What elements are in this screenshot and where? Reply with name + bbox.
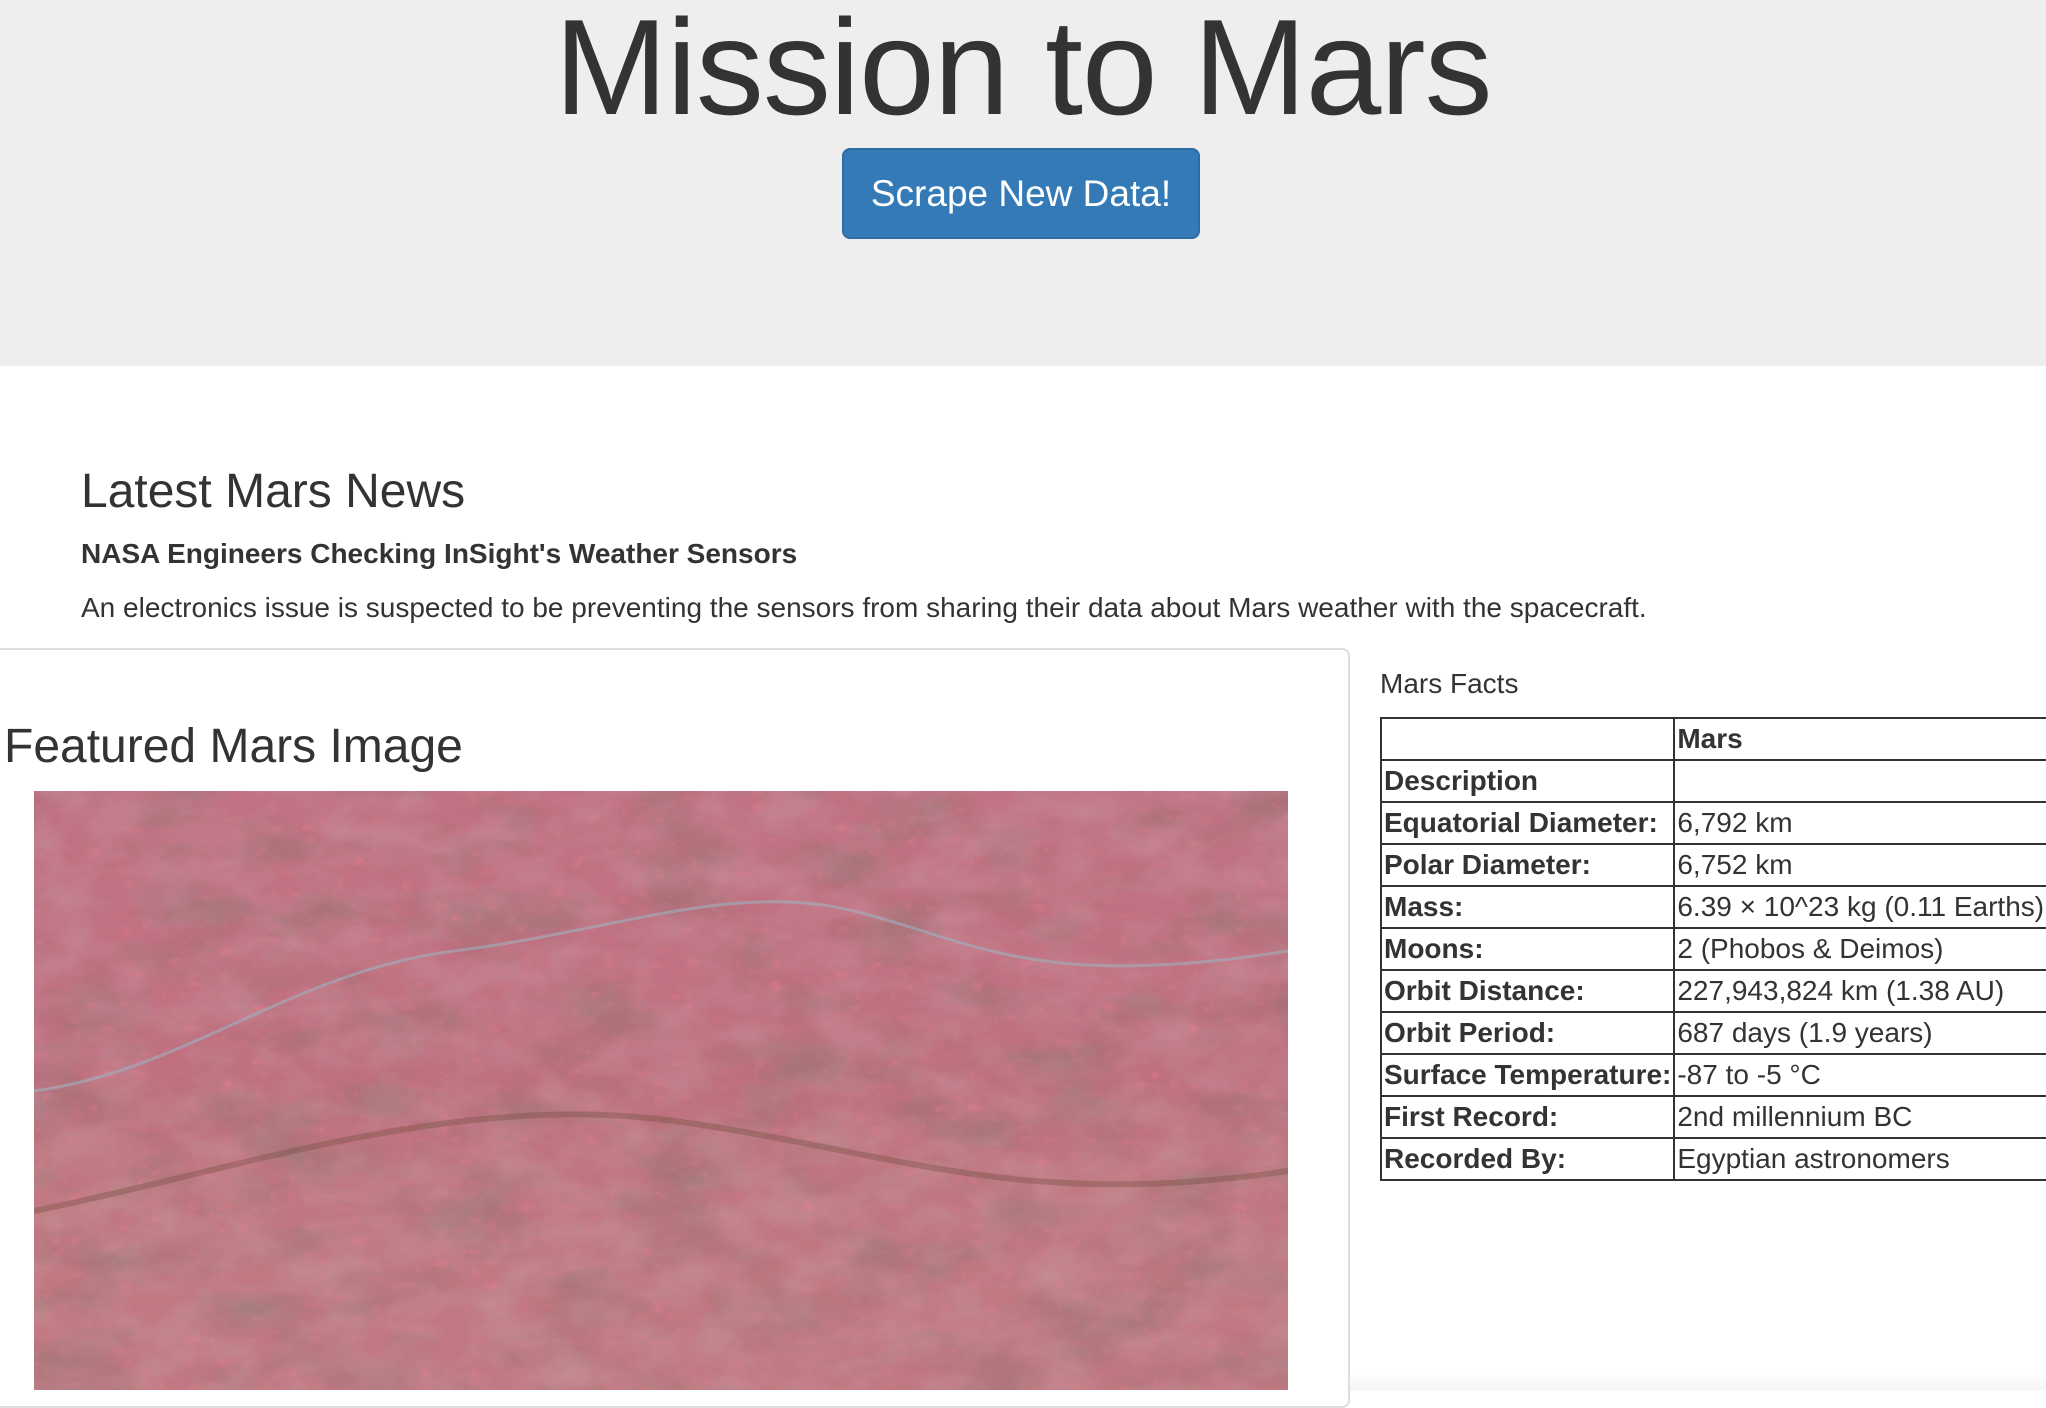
fact-value: 227,943,824 km (1.38 AU) [1673, 969, 2046, 1013]
fact-label: Orbit Period: [1379, 1011, 1676, 1055]
table-row: Recorded By: Egyptian astronomers [1379, 1137, 2046, 1181]
fact-value: 6.39 × 10^23 kg (0.11 Earths) [1673, 885, 2046, 929]
fact-label: Description [1379, 759, 1676, 803]
fact-label: First Record: [1379, 1095, 1676, 1139]
featured-mars-image [34, 791, 1288, 1390]
fact-value [1673, 759, 2046, 803]
jumbotron-header: Mission to Mars Scrape New Data! [0, 0, 2046, 366]
fact-label: Orbit Distance: [1379, 969, 1676, 1013]
table-header-mars: Mars [1673, 717, 2046, 761]
fact-label: Mass: [1379, 885, 1676, 929]
scrape-new-data-button[interactable]: Scrape New Data! [842, 148, 1200, 239]
news-paragraph: An electronics issue is suspected to be … [81, 592, 1647, 623]
featured-image-heading: Featured Mars Image [4, 720, 463, 773]
table-header-row: Mars [1379, 717, 2046, 761]
fact-label: Polar Diameter: [1379, 843, 1676, 887]
table-row: Equatorial Diameter: 6,792 km [1379, 801, 2046, 845]
fact-value: 2nd millennium BC [1673, 1095, 2046, 1139]
mars-facts-heading: Mars Facts [1380, 668, 1519, 699]
table-row: Polar Diameter: 6,752 km [1379, 843, 2046, 887]
news-title: NASA Engineers Checking InSight's Weathe… [81, 538, 798, 569]
fact-label: Equatorial Diameter: [1379, 801, 1676, 845]
table-header-blank [1379, 717, 1676, 761]
mars-facts-table: Mars Description Equatorial Diameter: 6,… [1379, 717, 2046, 1181]
fact-value: 6,752 km [1673, 843, 2046, 887]
mars-terrain-image [34, 791, 1288, 1390]
fact-value: 6,792 km [1673, 801, 2046, 845]
fact-value: -87 to -5 °C [1673, 1053, 2046, 1097]
fact-label: Moons: [1379, 927, 1676, 971]
page-title: Mission to Mars [554, 0, 1492, 143]
table-row: First Record: 2nd millennium BC [1379, 1095, 2046, 1139]
fact-label: Surface Temperature: [1379, 1053, 1676, 1097]
table-row: Orbit Distance: 227,943,824 km (1.38 AU) [1379, 969, 2046, 1013]
latest-news-heading: Latest Mars News [81, 465, 466, 518]
fact-value: Egyptian astronomers [1673, 1137, 2046, 1181]
table-row: Orbit Period: 687 days (1.9 years) [1379, 1011, 2046, 1055]
fact-value: 687 days (1.9 years) [1673, 1011, 2046, 1055]
table-row: Moons: 2 (Phobos & Deimos) [1379, 927, 2046, 971]
fact-value: 2 (Phobos & Deimos) [1673, 927, 2046, 971]
page-bottom-shadow [1350, 1372, 2046, 1390]
table-row: Description [1379, 759, 2046, 803]
table-row: Surface Temperature: -87 to -5 °C [1379, 1053, 2046, 1097]
fact-label: Recorded By: [1379, 1137, 1676, 1181]
table-row: Mass: 6.39 × 10^23 kg (0.11 Earths) [1379, 885, 2046, 929]
